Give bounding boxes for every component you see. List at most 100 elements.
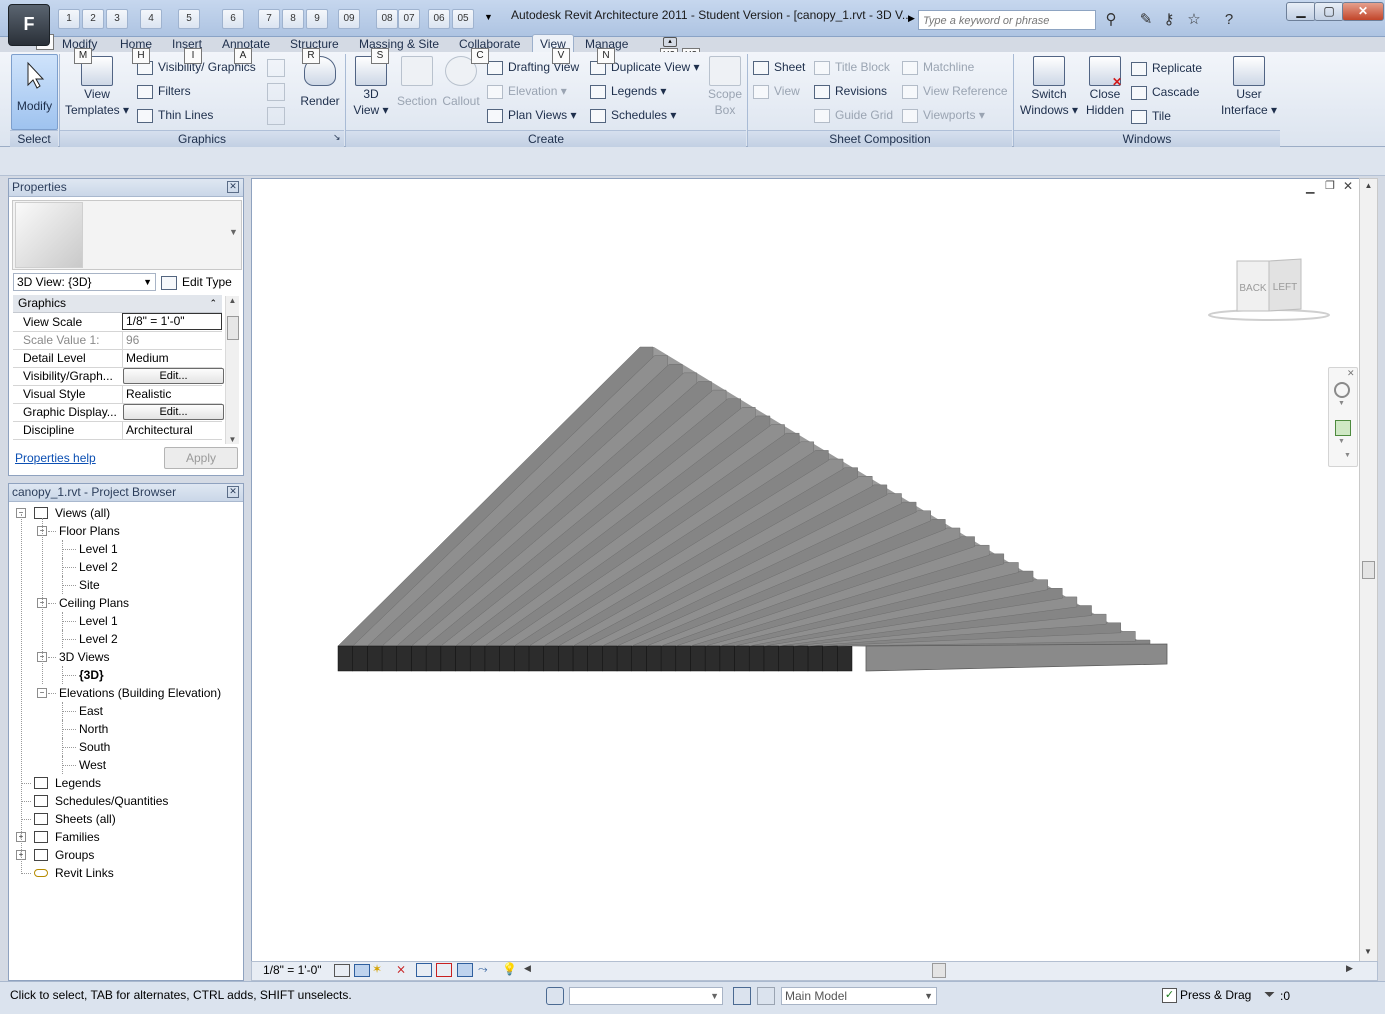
shadows-icon[interactable]: ⨯ bbox=[396, 962, 406, 976]
sun-path-icon[interactable]: ✶ bbox=[372, 962, 382, 976]
close-hidden-button[interactable]: ✕ Close Hidden bbox=[1082, 56, 1128, 118]
canopy-fin-end[interactable] bbox=[763, 645, 779, 672]
quick-access-button[interactable]: 2 bbox=[82, 9, 104, 29]
help-icon[interactable]: ? bbox=[1220, 11, 1238, 29]
canopy-fin-end[interactable] bbox=[807, 645, 823, 672]
crop-view-icon[interactable] bbox=[416, 963, 432, 977]
filters-button[interactable]: Filters bbox=[137, 81, 191, 101]
edit-type-button[interactable]: Edit Type bbox=[161, 273, 232, 291]
user-interface-button[interactable]: User Interface ▾ bbox=[1220, 56, 1278, 118]
property-row[interactable]: Visibility/Graph... Edit... bbox=[13, 367, 224, 386]
maximize-button[interactable]: ▢ bbox=[1314, 2, 1344, 21]
canopy-fin-end[interactable] bbox=[558, 645, 574, 672]
canvas-vscroll-thumb[interactable] bbox=[1362, 561, 1375, 579]
canopy-fin-end[interactable] bbox=[337, 645, 353, 672]
collapse-icon[interactable]: − bbox=[37, 688, 47, 698]
property-row[interactable]: View Scale 1/8" = 1'-0" bbox=[13, 313, 222, 332]
scope-box-button[interactable]: Scope Box bbox=[704, 56, 746, 118]
detail-level-icon[interactable] bbox=[334, 964, 350, 977]
quick-access-button[interactable]: 5 bbox=[178, 9, 200, 29]
canopy-fin-end[interactable] bbox=[469, 645, 486, 672]
browser-tree-item[interactable]: Level 2 bbox=[9, 558, 239, 576]
canopy-fin-end[interactable] bbox=[528, 645, 544, 672]
matchline-button[interactable]: Matchline bbox=[902, 57, 974, 77]
canopy-fin-end[interactable] bbox=[484, 645, 500, 672]
canopy-fin-end[interactable] bbox=[425, 645, 442, 672]
property-row[interactable]: Visual Style Realistic bbox=[13, 385, 222, 404]
sheet-button[interactable]: Sheet bbox=[753, 57, 805, 77]
browser-tree-item[interactable]: − Views (all) bbox=[9, 504, 239, 522]
canopy-fin-end[interactable] bbox=[543, 645, 559, 672]
section-button[interactable]: Section bbox=[396, 56, 438, 109]
group-header-graphics[interactable]: Graphics ⌃ bbox=[13, 295, 222, 313]
apply-button[interactable]: Apply bbox=[164, 447, 238, 469]
property-value[interactable]: Medium bbox=[122, 349, 222, 367]
remove-hidden-lines-icon[interactable] bbox=[267, 83, 285, 101]
design-option-selector[interactable]: Main Model ▼ bbox=[781, 987, 937, 1005]
guide-grid-button[interactable]: Guide Grid bbox=[814, 105, 893, 125]
reveal-hidden-icon[interactable]: 💡 bbox=[502, 962, 517, 976]
filter-funnel-icon[interactable]: ⏷ bbox=[1264, 986, 1275, 1003]
properties-scroll-thumb[interactable] bbox=[227, 316, 239, 340]
browser-tree-item[interactable]: − Floor Plans bbox=[9, 522, 239, 540]
quick-access-button[interactable]: 9 bbox=[306, 9, 328, 29]
temporary-hide-icon[interactable]: ⤳ bbox=[478, 962, 488, 977]
canvas-hscroll-thumb[interactable] bbox=[932, 963, 946, 978]
canopy-fin-end[interactable] bbox=[719, 645, 735, 672]
view-reference-button[interactable]: View Reference bbox=[902, 81, 1008, 101]
minimize-button[interactable]: ▁ bbox=[1286, 2, 1316, 21]
browser-tree-item[interactable]: Sheets (all) bbox=[9, 810, 239, 828]
scroll-down-icon[interactable]: ▼ bbox=[226, 435, 239, 444]
revisions-button[interactable]: Revisions bbox=[814, 81, 887, 101]
subscription-center-icon[interactable]: ✎ bbox=[1137, 11, 1155, 29]
worksets-icon[interactable] bbox=[546, 987, 564, 1005]
canopy-fin-end[interactable] bbox=[411, 645, 427, 672]
ribbon-minimize-icon[interactable]: ▴ bbox=[663, 37, 677, 47]
canopy-fin-end[interactable] bbox=[499, 645, 515, 672]
browser-tree-item[interactable]: North bbox=[9, 720, 239, 738]
unlocked-3d-view-icon[interactable] bbox=[457, 963, 473, 977]
browser-tree-item[interactable]: {3D} bbox=[9, 666, 239, 684]
canopy-fin-end[interactable] bbox=[367, 645, 383, 672]
design-options-icon[interactable] bbox=[733, 987, 751, 1005]
modify-button[interactable]: Modify bbox=[11, 54, 58, 130]
quick-access-button[interactable]: 09 bbox=[338, 9, 360, 29]
browser-tree-item[interactable]: East bbox=[9, 702, 239, 720]
property-value[interactable]: Architectural bbox=[122, 421, 222, 439]
canopy-fin-end[interactable] bbox=[646, 645, 662, 672]
type-dropdown-icon[interactable]: ▼ bbox=[229, 227, 238, 237]
quick-access-button[interactable]: 08 bbox=[376, 9, 398, 29]
browser-tree-item[interactable]: Schedules/Quantities bbox=[9, 792, 239, 810]
canopy-fin-end[interactable] bbox=[602, 645, 618, 672]
collapse-group-icon[interactable]: ⌃ bbox=[209, 295, 217, 312]
canopy-fin-end[interactable] bbox=[734, 645, 750, 672]
drawing-vertical-scrollbar[interactable]: ▲ ▼ bbox=[1359, 178, 1378, 963]
canopy-fin-end[interactable] bbox=[455, 645, 471, 672]
visual-style-icon[interactable] bbox=[354, 964, 370, 977]
plan-views-button[interactable]: Plan Views ▾ bbox=[487, 105, 577, 125]
property-edit-button[interactable]: Edit... bbox=[123, 368, 224, 384]
property-row[interactable]: Graphic Display... Edit... bbox=[13, 403, 224, 422]
canopy-fin-end[interactable] bbox=[381, 645, 397, 672]
browser-tree-item[interactable]: West bbox=[9, 756, 239, 774]
close-window-button[interactable]: ✕ bbox=[1342, 2, 1384, 21]
legends-button[interactable]: Legends ▾ bbox=[590, 81, 666, 101]
properties-help-link[interactable]: Properties help bbox=[15, 451, 96, 465]
canopy-fin-end[interactable] bbox=[778, 645, 794, 672]
canopy-model[interactable] bbox=[252, 179, 1360, 962]
hscroll-left-icon[interactable]: ◀ bbox=[524, 963, 531, 974]
browser-tree-item[interactable]: −3D Views bbox=[9, 648, 239, 666]
cut-profile-icon[interactable] bbox=[267, 107, 285, 125]
switch-windows-button[interactable]: Switch Windows ▾ bbox=[1020, 56, 1078, 118]
quick-access-button[interactable]: 8 bbox=[282, 9, 304, 29]
quick-access-button[interactable]: 6 bbox=[222, 9, 244, 29]
canopy-fin-end[interactable] bbox=[793, 645, 809, 672]
press-drag-checkbox[interactable]: ✓ bbox=[1162, 988, 1177, 1003]
tile-button[interactable]: Tile bbox=[1131, 106, 1171, 126]
show-hidden-lines-icon[interactable] bbox=[267, 59, 285, 77]
place-view-button[interactable]: View bbox=[753, 81, 800, 101]
type-selector[interactable]: 3D View: {3D} ▼ bbox=[13, 273, 156, 291]
canopy-fin-end[interactable] bbox=[704, 645, 721, 672]
scroll-up-icon[interactable]: ▲ bbox=[226, 296, 239, 305]
schedules-button[interactable]: Schedules ▾ bbox=[590, 105, 676, 125]
